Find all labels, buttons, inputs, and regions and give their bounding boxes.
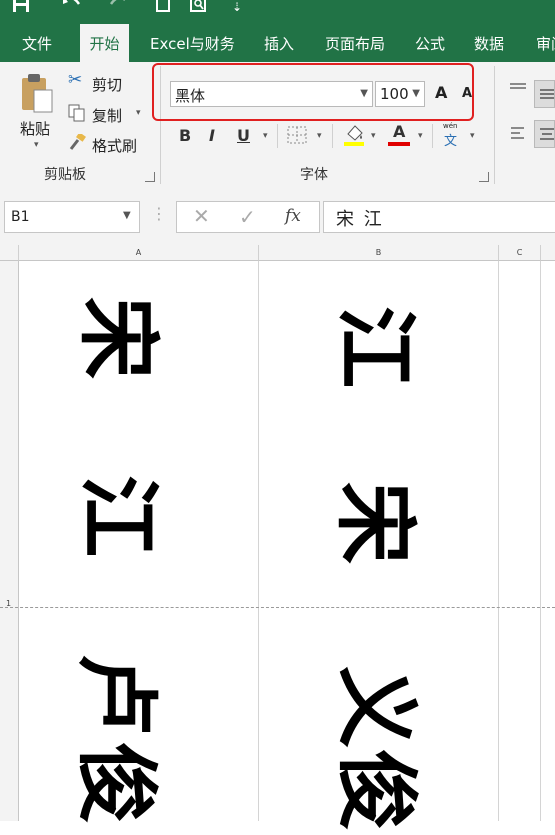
column-header-a[interactable]: A — [19, 245, 259, 261]
tab-insert[interactable]: 插入 — [264, 24, 294, 62]
clipboard-group-label: 剪贴板 — [44, 167, 86, 183]
copy-dropdown-icon[interactable]: ▾ — [136, 108, 141, 118]
font-launcher-icon[interactable] — [479, 172, 489, 182]
cell-a2-char-1: 卢 — [68, 653, 163, 736]
phonetic-top: wén — [443, 122, 458, 130]
gridline — [540, 261, 541, 821]
tab-data[interactable]: 数据 — [474, 24, 504, 62]
formula-input[interactable]: 宋 江 — [323, 201, 555, 233]
cell-a-char-1: 宋 — [70, 296, 165, 379]
cell-b2-char-1: 义 — [328, 665, 423, 748]
insert-function-icon[interactable]: fx — [285, 206, 301, 226]
font-color-letter: A — [393, 122, 406, 141]
underline-dropdown-icon[interactable]: ▾ — [263, 131, 268, 141]
font-color-dropdown-icon[interactable]: ▾ — [418, 131, 423, 141]
cell-b-char-1: 江 — [327, 305, 422, 388]
font-color-bar — [388, 142, 410, 146]
underline-button[interactable]: U — [237, 126, 250, 145]
copy-icon — [68, 104, 85, 122]
borders-icon[interactable] — [287, 126, 307, 144]
fill-color-dropdown-icon[interactable]: ▾ — [371, 131, 376, 141]
copy-label: 复制 — [92, 107, 123, 125]
paintbrush-icon — [69, 134, 86, 150]
cell-a-char-2: 江 — [70, 474, 165, 557]
align-middle-button[interactable] — [534, 80, 555, 108]
customize-toolbar-icon[interactable]: ⇣ — [232, 0, 242, 14]
tab-excel-finance[interactable]: Excel与财务 — [150, 24, 235, 62]
cell-a2-char-2: 俊 — [68, 741, 163, 824]
column-header-next[interactable] — [541, 245, 555, 261]
cut-button[interactable]: ✂ 剪切 — [68, 70, 138, 94]
tab-review[interactable]: 审阅 — [536, 24, 555, 62]
enter-icon[interactable]: ✓ — [239, 205, 256, 229]
tab-formulas[interactable]: 公式 — [415, 24, 445, 62]
new-icon[interactable] — [156, 0, 170, 14]
name-box-dropdown-icon[interactable]: ▼ — [123, 210, 131, 221]
align-center-icon — [540, 128, 554, 140]
font-group-label: 字体 — [300, 167, 328, 183]
clipboard-launcher-icon[interactable] — [145, 172, 155, 182]
quick-access-toolbar: ⇣ — [0, 0, 555, 24]
tab-page-layout[interactable]: 页面布局 — [325, 24, 385, 62]
align-middle-icon — [540, 89, 554, 99]
font-divider — [332, 124, 333, 148]
paste-dropdown-icon[interactable]: ▾ — [34, 140, 39, 150]
group-divider — [494, 66, 495, 184]
format-painter-button[interactable]: 格式刷 — [68, 132, 148, 155]
gridline — [498, 261, 499, 821]
formula-buttons: ✕ ✓ fx — [176, 201, 320, 233]
print-preview-icon[interactable] — [190, 0, 208, 14]
cancel-icon[interactable]: ✕ — [193, 204, 210, 228]
undo-icon[interactable] — [62, 0, 82, 12]
font-color-button[interactable]: A — [388, 122, 412, 148]
phonetic-dropdown-icon[interactable]: ▾ — [470, 131, 475, 141]
fill-color-icon[interactable] — [342, 122, 366, 146]
align-left-icon[interactable] — [510, 126, 528, 140]
formula-bar-splitter[interactable]: ⋮ — [151, 204, 167, 223]
bold-button[interactable]: B — [179, 126, 191, 145]
scissors-icon: ✂ — [68, 70, 83, 90]
format-painter-label: 格式刷 — [92, 137, 138, 155]
font-divider — [432, 124, 433, 148]
column-header-b[interactable]: B — [259, 245, 499, 261]
name-box[interactable]: B1 ▼ — [4, 201, 140, 233]
red-highlight-box — [152, 63, 474, 121]
borders-dropdown-icon[interactable]: ▾ — [317, 131, 322, 141]
column-header-c[interactable]: C — [499, 245, 541, 261]
name-box-value: B1 — [11, 209, 30, 225]
select-all-corner[interactable] — [0, 245, 19, 261]
paste-button[interactable]: 粘贴 ▾ — [14, 72, 60, 156]
save-icon[interactable] — [12, 0, 30, 16]
cut-label: 剪切 — [92, 76, 123, 94]
tab-file[interactable]: 文件 — [22, 24, 52, 62]
italic-button[interactable]: I — [209, 126, 215, 145]
phonetic-guide-button[interactable]: wén 文 — [440, 122, 464, 149]
clipboard-icon — [22, 74, 53, 113]
row-header-column — [0, 261, 19, 821]
cell-b2-char-2: 俊 — [328, 748, 423, 831]
copy-button[interactable]: 复制 ▾ — [68, 102, 148, 125]
paste-label: 粘贴 — [20, 120, 51, 138]
formula-input-value: 宋 江 — [336, 209, 384, 230]
cell-b-char-2: 宋 — [327, 481, 422, 564]
phonetic-char: 文 — [444, 134, 458, 149]
ribbon-tabs: 文件 开始 Excel与财务 插入 页面布局 公式 数据 审阅 — [0, 24, 555, 62]
redo-icon[interactable] — [108, 0, 128, 12]
align-top-icon[interactable] — [508, 82, 528, 96]
tab-home[interactable]: 开始 — [80, 24, 129, 62]
align-center-button[interactable] — [534, 120, 555, 148]
font-divider — [277, 124, 278, 148]
